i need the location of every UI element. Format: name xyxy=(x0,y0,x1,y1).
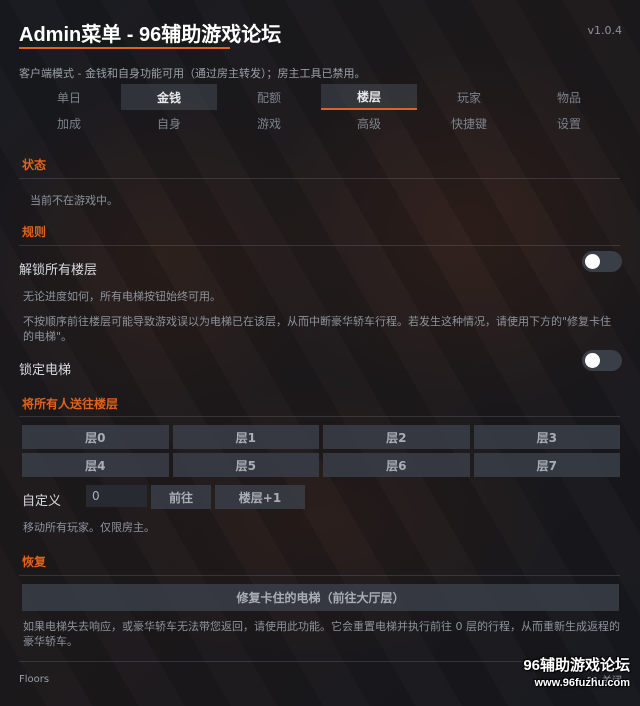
recover-divider xyxy=(19,575,620,576)
tab-row-2: 加成 自身 游戏 高级 快捷键 设置 xyxy=(19,110,619,136)
toggle-knob xyxy=(585,353,600,368)
rules-section-title: 规则 xyxy=(22,225,47,239)
tab-quota[interactable]: 配额 xyxy=(221,84,317,110)
version-label: v1.0.4 xyxy=(587,24,623,37)
title-underline xyxy=(19,47,230,49)
tab-boosts[interactable]: 加成 xyxy=(21,110,117,136)
floor-2-button[interactable]: 层2 xyxy=(323,425,470,449)
tab-advanced[interactable]: 高级 xyxy=(321,110,417,136)
unlock-floors-toggle[interactable] xyxy=(582,251,622,272)
tab-money[interactable]: 金钱 xyxy=(121,84,217,110)
fix-elevator-button[interactable]: 修复卡住的电梯（前往大厅层） xyxy=(22,584,619,611)
floor-5-button[interactable]: 层5 xyxy=(172,453,319,477)
recover-section-title: 恢复 xyxy=(22,555,47,569)
lock-elevator-toggle[interactable] xyxy=(582,350,622,371)
recover-desc-2: 豪华轿车。 xyxy=(23,635,78,648)
tab-row-1: 单日 金钱 配额 楼层 玩家 物品 xyxy=(19,84,619,110)
tab-settings[interactable]: 设置 xyxy=(521,110,617,136)
unlock-floors-label: 解锁所有楼层 xyxy=(19,263,98,278)
send-note: 移动所有玩家。仅限房主。 xyxy=(23,521,155,534)
tab-day[interactable]: 单日 xyxy=(21,84,117,110)
unlock-floors-warning-1: 不按顺序前往楼层可能导致游戏误以为电梯已在该层，从而中断豪华轿车行程。若发生这种… xyxy=(23,315,612,328)
floor-0-button[interactable]: 层0 xyxy=(22,425,169,449)
tab-self[interactable]: 自身 xyxy=(121,110,217,136)
floor-4-button[interactable]: 层4 xyxy=(22,453,169,477)
floor-3-button[interactable]: 层3 xyxy=(473,425,620,449)
window-title: Admin菜单 - 96辅助游戏论坛 xyxy=(19,24,282,46)
watermark-title: 96辅助游戏论坛 xyxy=(523,657,630,674)
send-section-title: 将所有人送往楼层 xyxy=(22,397,119,411)
unlock-floors-warning-2: 的电梯"。 xyxy=(23,330,73,343)
tab-hotkeys[interactable]: 快捷键 xyxy=(421,110,517,136)
tab-bar: 单日 金钱 配额 楼层 玩家 物品 加成 自身 游戏 高级 快捷键 设置 xyxy=(19,84,619,136)
tab-players[interactable]: 玩家 xyxy=(421,84,517,110)
floor-up-button[interactable]: 楼层+1 xyxy=(215,485,305,509)
unlock-floors-desc: 无论进度如何，所有电梯按钮始终可用。 xyxy=(23,290,221,303)
status-section-title: 状态 xyxy=(22,158,47,172)
floor-6-button[interactable]: 层6 xyxy=(323,453,470,477)
go-button[interactable]: 前往 xyxy=(151,485,211,509)
floor-1-button[interactable]: 层1 xyxy=(172,425,319,449)
tab-items[interactable]: 物品 xyxy=(521,84,617,110)
toggle-knob xyxy=(585,254,600,269)
watermark-url: www.96fuzhu.com xyxy=(534,677,630,689)
send-divider xyxy=(19,416,620,417)
floor-button-grid: 层0 层1 层2 层3 层4 层5 层6 层7 xyxy=(22,425,620,477)
status-divider xyxy=(19,178,620,179)
status-text: 当前不在游戏中。 xyxy=(30,194,118,207)
footer-page-label: Floors xyxy=(19,674,50,685)
tab-floors[interactable]: 楼层 xyxy=(321,84,417,110)
mode-text: 客户端模式 - 金钱和自身功能可用（通过房主转发）；房主工具已禁用。 xyxy=(19,67,366,80)
floor-7-button[interactable]: 层7 xyxy=(473,453,620,477)
lock-elevator-label: 锁定电梯 xyxy=(19,363,72,378)
admin-menu-window: Admin菜单 - 96辅助游戏论坛 v1.0.4 客户端模式 - 金钱和自身功… xyxy=(0,0,640,706)
recover-desc-1: 如果电梯失去响应，或豪华轿车无法带您返回，请使用此功能。它会重置电梯并执行前往 … xyxy=(23,620,620,633)
rules-divider xyxy=(19,245,620,246)
custom-floor-input[interactable] xyxy=(86,485,147,507)
custom-floor-label: 自定义 xyxy=(22,494,62,509)
tab-game[interactable]: 游戏 xyxy=(221,110,317,136)
